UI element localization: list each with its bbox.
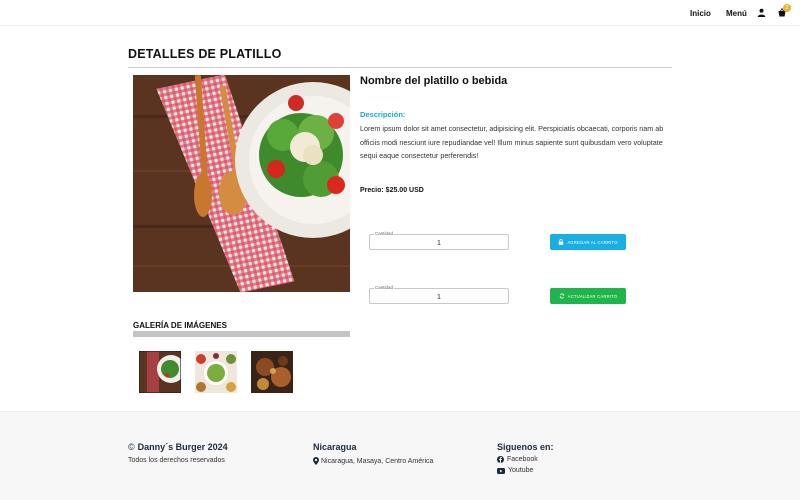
copyright-symbol: © (128, 442, 135, 452)
footer-location: Nicaragua, Masaya, Centro América (313, 457, 433, 465)
footer-follow-heading: Siguenos en: (497, 442, 554, 452)
quantity-value[interactable]: 1 (370, 238, 508, 247)
update-cart-button[interactable]: ACTUALIZAR CARRITO (550, 288, 626, 304)
footer-copyright: © Danny´s Burger 2024 (128, 442, 228, 452)
footer-rights: Todos los derechos reservados (128, 457, 225, 464)
gallery-divider (133, 331, 350, 337)
update-quantity-value[interactable]: 1 (370, 292, 508, 301)
add-to-cart-button[interactable]: AGREGAR AL CARRITO (550, 234, 626, 250)
facebook-icon (497, 456, 504, 463)
youtube-label: Youtube (508, 467, 534, 474)
nav-menu-link[interactable]: Menú (726, 9, 747, 18)
page-title: DETALLES DE PLATILLO (128, 47, 282, 61)
lock-icon (559, 239, 564, 245)
refresh-icon (559, 293, 565, 299)
user-icon[interactable] (757, 8, 766, 17)
dish-main-image (133, 75, 350, 292)
quantity-label: Cantidad (374, 231, 395, 236)
youtube-icon (497, 467, 505, 474)
dish-description: Lorem ipsum dolor sit amet consectetur, … (360, 124, 664, 160)
dish-price: Precio: $25.00 USD (360, 187, 424, 194)
nav-home-link[interactable]: Inicio (690, 9, 711, 18)
facebook-link[interactable]: Facebook (497, 456, 538, 463)
footer-location-text: Nicaragua, Masaya, Centro América (321, 457, 434, 465)
title-divider (128, 67, 672, 68)
gallery-thumbnail-2[interactable] (195, 351, 237, 393)
description-heading: Descripción: (360, 110, 406, 119)
quantity-field[interactable]: Cantidad 1 (369, 231, 509, 250)
gallery-thumbnail-1[interactable] (139, 351, 181, 393)
copyright-text: Danny´s Burger 2024 (137, 442, 228, 452)
facebook-label: Facebook (507, 456, 538, 463)
update-cart-label: ACTUALIZAR CARRITO (567, 293, 618, 299)
add-to-cart-label: AGREGAR AL CARRITO (567, 239, 618, 245)
map-pin-icon (313, 457, 319, 465)
youtube-link[interactable]: Youtube (497, 467, 533, 474)
dish-name: Nombre del platillo o bebida (360, 75, 508, 87)
update-quantity-field[interactable]: Cantidad 1 (369, 285, 509, 304)
footer-country: Nicaragua (313, 442, 357, 452)
top-navbar: Inicio Menú 2 (0, 0, 800, 26)
update-quantity-label: Cantidad (374, 285, 395, 290)
cart-count-badge: 2 (783, 4, 791, 12)
gallery-thumbnail-3[interactable] (251, 351, 293, 393)
footer: © Danny´s Burger 2024 Todos los derechos … (0, 411, 800, 500)
gallery-title: GALERÍA DE IMÁGENES (133, 321, 227, 330)
